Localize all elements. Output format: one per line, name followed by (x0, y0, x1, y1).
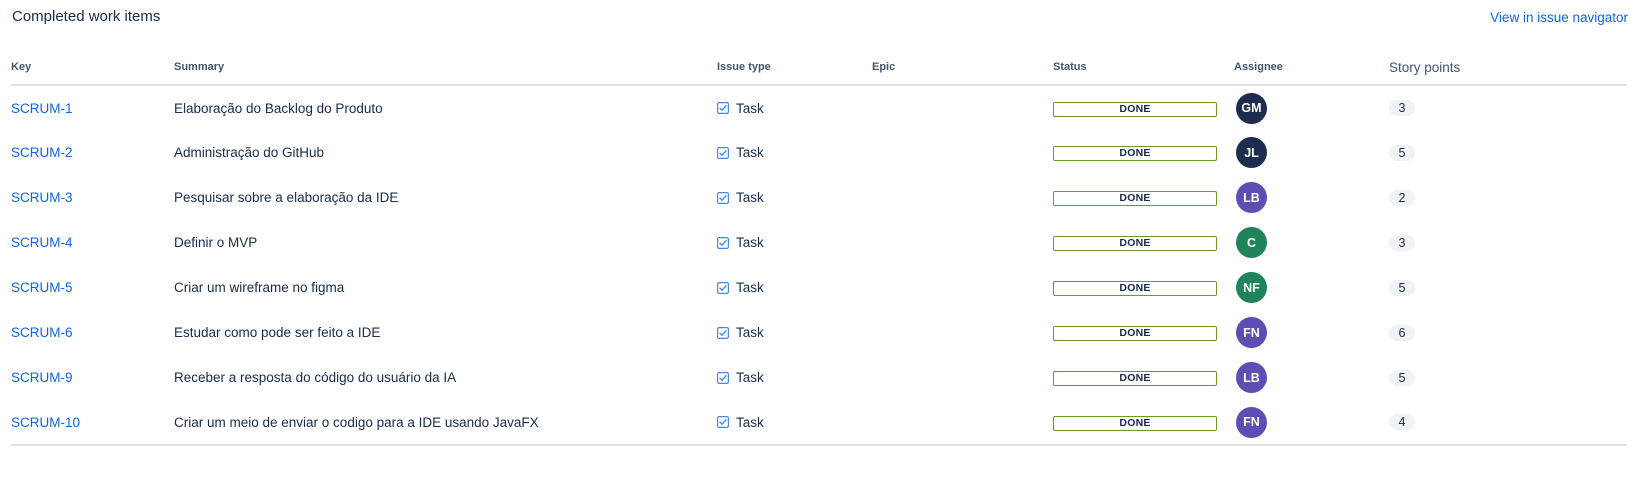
issue-summary[interactable]: Pesquisar sobre a elaboração da IDE (174, 190, 398, 205)
checkbox-task-icon (717, 236, 729, 249)
story-points-badge: 3 (1389, 100, 1415, 116)
checkbox-task-icon (717, 416, 729, 428)
status-badge: DONE (1053, 415, 1217, 431)
issue-key-link[interactable]: SCRUM-6 (11, 325, 73, 340)
status-badge: DONE (1053, 146, 1217, 161)
issue-type-label: Task (736, 190, 764, 205)
assignee-avatar[interactable]: FN (1236, 406, 1267, 438)
issue-key-link[interactable]: SCRUM-1 (11, 101, 73, 116)
issue-summary[interactable]: Administração do GitHub (174, 145, 324, 160)
issue-summary[interactable]: Estudar como pode ser feito a IDE (174, 325, 380, 340)
status-badge: DONE (1053, 236, 1217, 251)
issue-type-label: Task (736, 414, 764, 430)
checkbox-task-icon (717, 146, 729, 159)
status-badge: DONE (1053, 371, 1217, 386)
issue-type: Task (717, 145, 872, 160)
view-in-issue-navigator-link[interactable]: View in issue navigator (1490, 10, 1628, 25)
assignee-avatar[interactable]: JL (1236, 137, 1267, 168)
issue-type-label: Task (736, 325, 764, 340)
issue-key-link[interactable]: SCRUM-2 (11, 145, 73, 160)
issue-key-link[interactable]: SCRUM-4 (11, 235, 73, 250)
status-badge: DONE (1053, 326, 1217, 341)
completed-work-items-panel: Completed work items View in issue navig… (0, 0, 1634, 485)
issue-key-link[interactable]: SCRUM-10 (11, 415, 80, 430)
status-badge: DONE (1053, 101, 1217, 117)
section-title: Completed work items (12, 8, 161, 25)
checkbox-task-icon (717, 102, 729, 114)
table-row[interactable]: SCRUM-5 Criar um wireframe no figma Task… (11, 265, 1627, 310)
assignee-avatar[interactable]: LB (1236, 182, 1267, 213)
issue-type-label: Task (736, 280, 764, 295)
issue-summary[interactable]: Criar um wireframe no figma (174, 280, 344, 295)
column-header-story-points[interactable]: Story points (1389, 50, 1627, 86)
assignee-avatar[interactable]: C (1236, 227, 1267, 258)
story-points-badge: 6 (1389, 324, 1415, 341)
story-points-badge: 2 (1389, 189, 1415, 206)
column-header-status[interactable]: Status (1053, 50, 1234, 86)
issue-type: Task (717, 370, 872, 385)
checkbox-task-icon (717, 326, 729, 339)
assignee-avatar[interactable]: NF (1236, 272, 1267, 303)
table-row[interactable]: SCRUM-10 Criar um meio de enviar o codig… (11, 400, 1627, 446)
story-points-badge: 5 (1389, 144, 1415, 161)
issue-summary[interactable]: Elaboração do Backlog do Produto (174, 101, 383, 116)
column-header-summary[interactable]: Summary (174, 50, 717, 86)
column-header-key[interactable]: Key (11, 50, 174, 86)
story-points-badge: 5 (1389, 279, 1415, 296)
table-row[interactable]: SCRUM-4 Definir o MVP Task DONE C 3 (11, 220, 1627, 265)
table-body: SCRUM-1 Elaboração do Backlog do Produto… (11, 85, 1627, 446)
story-points-badge: 4 (1389, 414, 1415, 430)
table-header-row: Key Summary Issue type Epic Status Assig… (11, 50, 1627, 86)
issue-type: Task (717, 325, 872, 340)
issue-key-link[interactable]: SCRUM-3 (11, 190, 73, 205)
issue-type-label: Task (736, 145, 764, 160)
assignee-avatar[interactable]: FN (1236, 317, 1267, 348)
issue-type-label: Task (736, 235, 764, 250)
table-row[interactable]: SCRUM-2 Administração do GitHub Task DON… (11, 130, 1627, 175)
table-row[interactable]: SCRUM-1 Elaboração do Backlog do Produto… (11, 85, 1627, 130)
issue-summary[interactable]: Receber a resposta do código do usuário … (174, 370, 456, 385)
issue-type: Task (717, 235, 872, 250)
issue-type: Task (717, 101, 872, 116)
issue-type: Task (717, 190, 872, 205)
table-row[interactable]: SCRUM-3 Pesquisar sobre a elaboração da … (11, 175, 1627, 220)
column-header-assignee[interactable]: Assignee (1234, 50, 1389, 86)
issue-key-link[interactable]: SCRUM-9 (11, 370, 73, 385)
issue-type-label: Task (736, 100, 764, 116)
story-points-badge: 5 (1389, 369, 1415, 386)
status-badge: DONE (1053, 281, 1217, 296)
checkbox-task-icon (717, 281, 729, 294)
issue-summary[interactable]: Definir o MVP (174, 235, 257, 250)
issue-type: Task (717, 415, 872, 430)
table-row[interactable]: SCRUM-6 Estudar como pode ser feito a ID… (11, 310, 1627, 355)
table-row[interactable]: SCRUM-9 Receber a resposta do código do … (11, 355, 1627, 400)
column-header-issue-type[interactable]: Issue type (717, 50, 872, 86)
assignee-avatar[interactable]: LB (1236, 362, 1267, 393)
status-badge: DONE (1053, 191, 1217, 206)
checkbox-task-icon (717, 191, 729, 204)
issue-type: Task (717, 280, 872, 295)
issue-type-label: Task (736, 370, 764, 385)
column-header-epic[interactable]: Epic (872, 50, 1053, 86)
completed-items-table: Key Summary Issue type Epic Status Assig… (11, 50, 1627, 446)
story-points-badge: 3 (1389, 234, 1415, 251)
assignee-avatar[interactable]: GM (1236, 92, 1267, 124)
checkbox-task-icon (717, 371, 729, 384)
issue-summary[interactable]: Criar um meio de enviar o codigo para a … (174, 415, 539, 430)
issue-key-link[interactable]: SCRUM-5 (11, 280, 73, 295)
